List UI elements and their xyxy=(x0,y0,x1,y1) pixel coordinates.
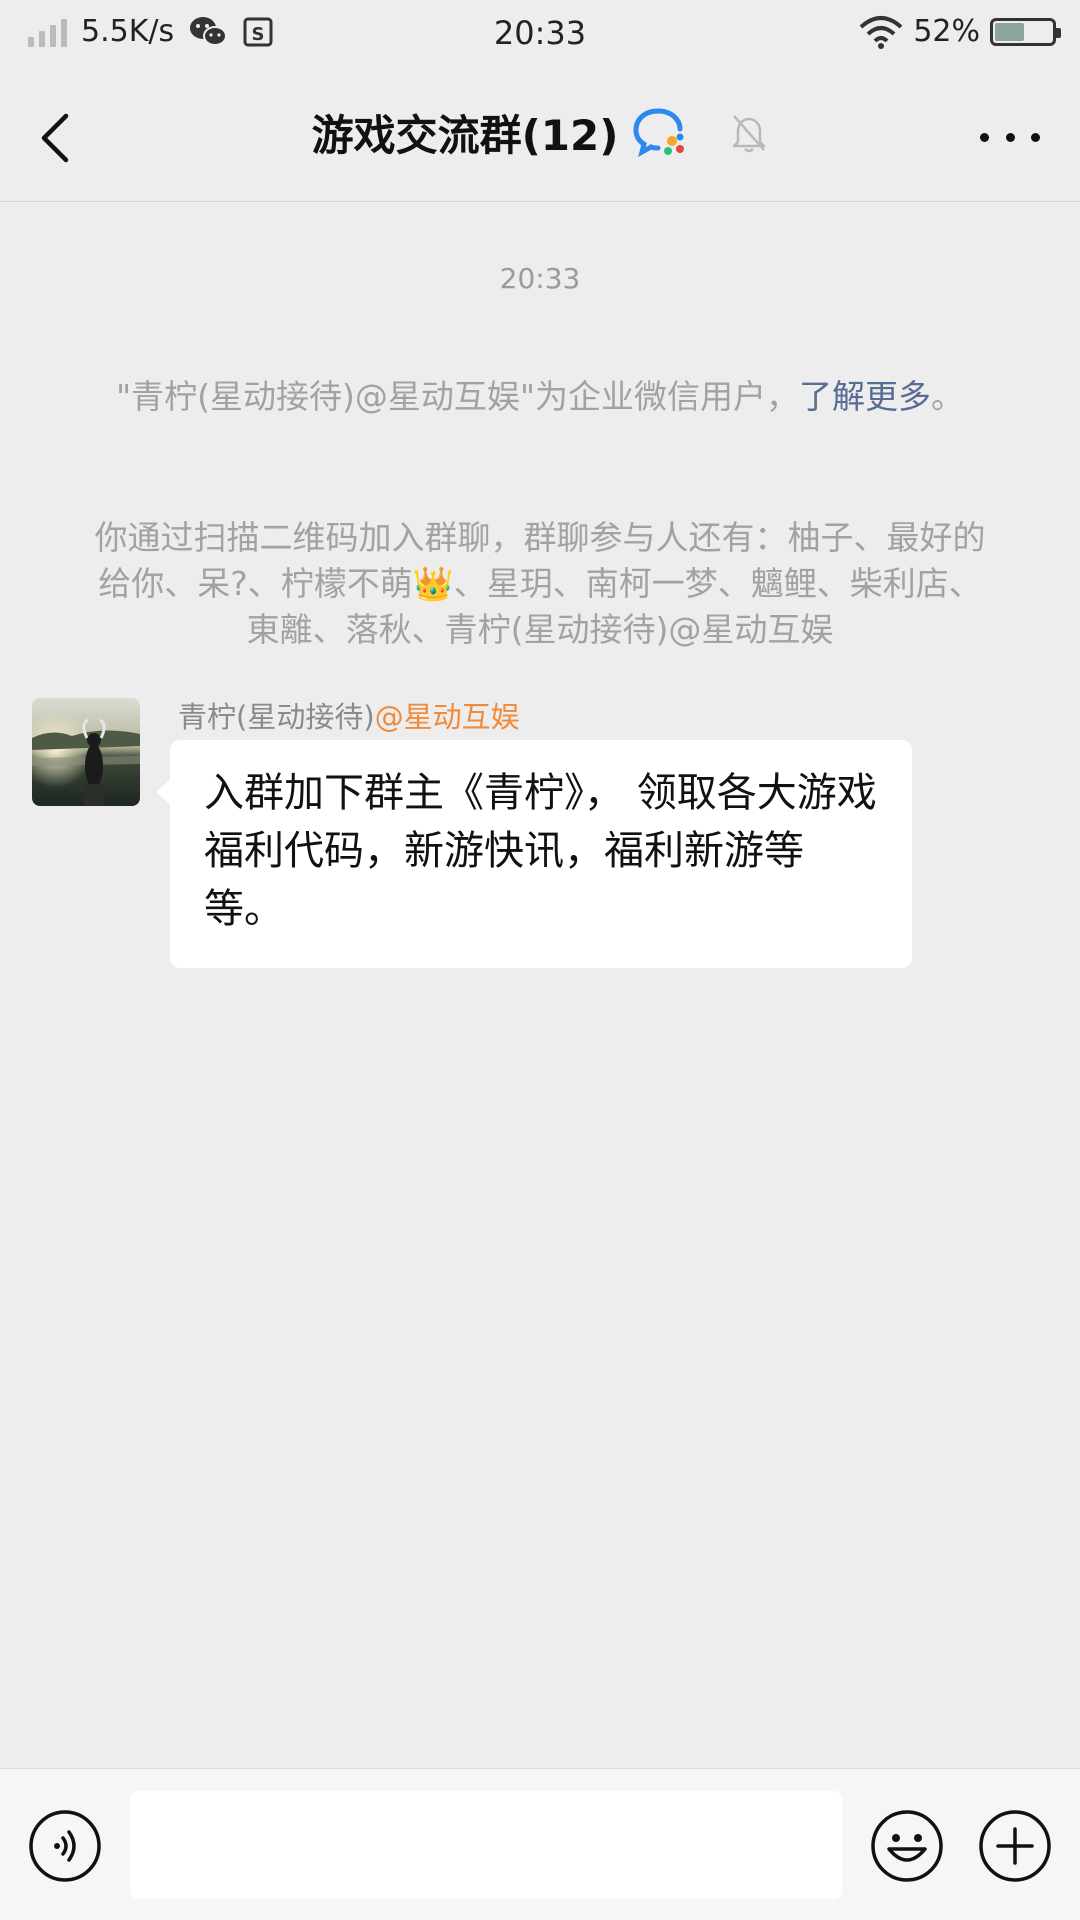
voice-icon[interactable] xyxy=(28,1809,102,1883)
more-icon[interactable] xyxy=(980,122,1040,152)
plus-icon[interactable] xyxy=(978,1809,1052,1883)
battery-percent: 52% xyxy=(913,14,980,49)
emoji-icon[interactable] xyxy=(870,1809,944,1883)
group-title[interactable]: 游戏交流群(12) xyxy=(312,102,619,163)
battery-icon xyxy=(990,17,1061,46)
input-bar xyxy=(0,1768,1080,1920)
avatar[interactable] xyxy=(32,698,140,806)
wework-icon xyxy=(633,108,685,157)
status-bar: 5.5K/s S 20:33 52% xyxy=(0,0,1080,72)
wifi-icon xyxy=(859,15,903,49)
sender-corp-tag: @星动互娱 xyxy=(374,700,520,734)
sender-nickname: 青柠(星动接待) xyxy=(178,700,375,734)
chat-header: 游戏交流群(12) xyxy=(0,72,1080,202)
system-message-corp-user: "青柠(星动接待)@星动互娱"为企业微信用户，了解更多。 xyxy=(90,374,990,420)
message-timestamp: 20:33 xyxy=(499,262,581,295)
system-message-join: 你通过扫描二维码加入群聊，群聊参与人还有：柚子、最好的给你、呆?、柠檬不萌👑、星… xyxy=(94,518,986,649)
sender-name[interactable]: 青柠(星动接待)@星动互娱 xyxy=(178,694,520,736)
message-input[interactable] xyxy=(130,1791,842,1899)
learn-more-link[interactable]: 了解更多 xyxy=(799,377,931,416)
battery-fill xyxy=(995,22,1024,41)
message-bubble[interactable]: 入群加下群主《青柠》， 领取各大游戏福利代码，新游快讯，福利新游等等。 xyxy=(156,740,912,968)
system-message-text: "青柠(星动接待)@星动互娱"为企业微信用户， xyxy=(115,377,800,416)
mute-bell-icon xyxy=(733,114,766,152)
system-message-suffix: 。 xyxy=(931,377,965,416)
